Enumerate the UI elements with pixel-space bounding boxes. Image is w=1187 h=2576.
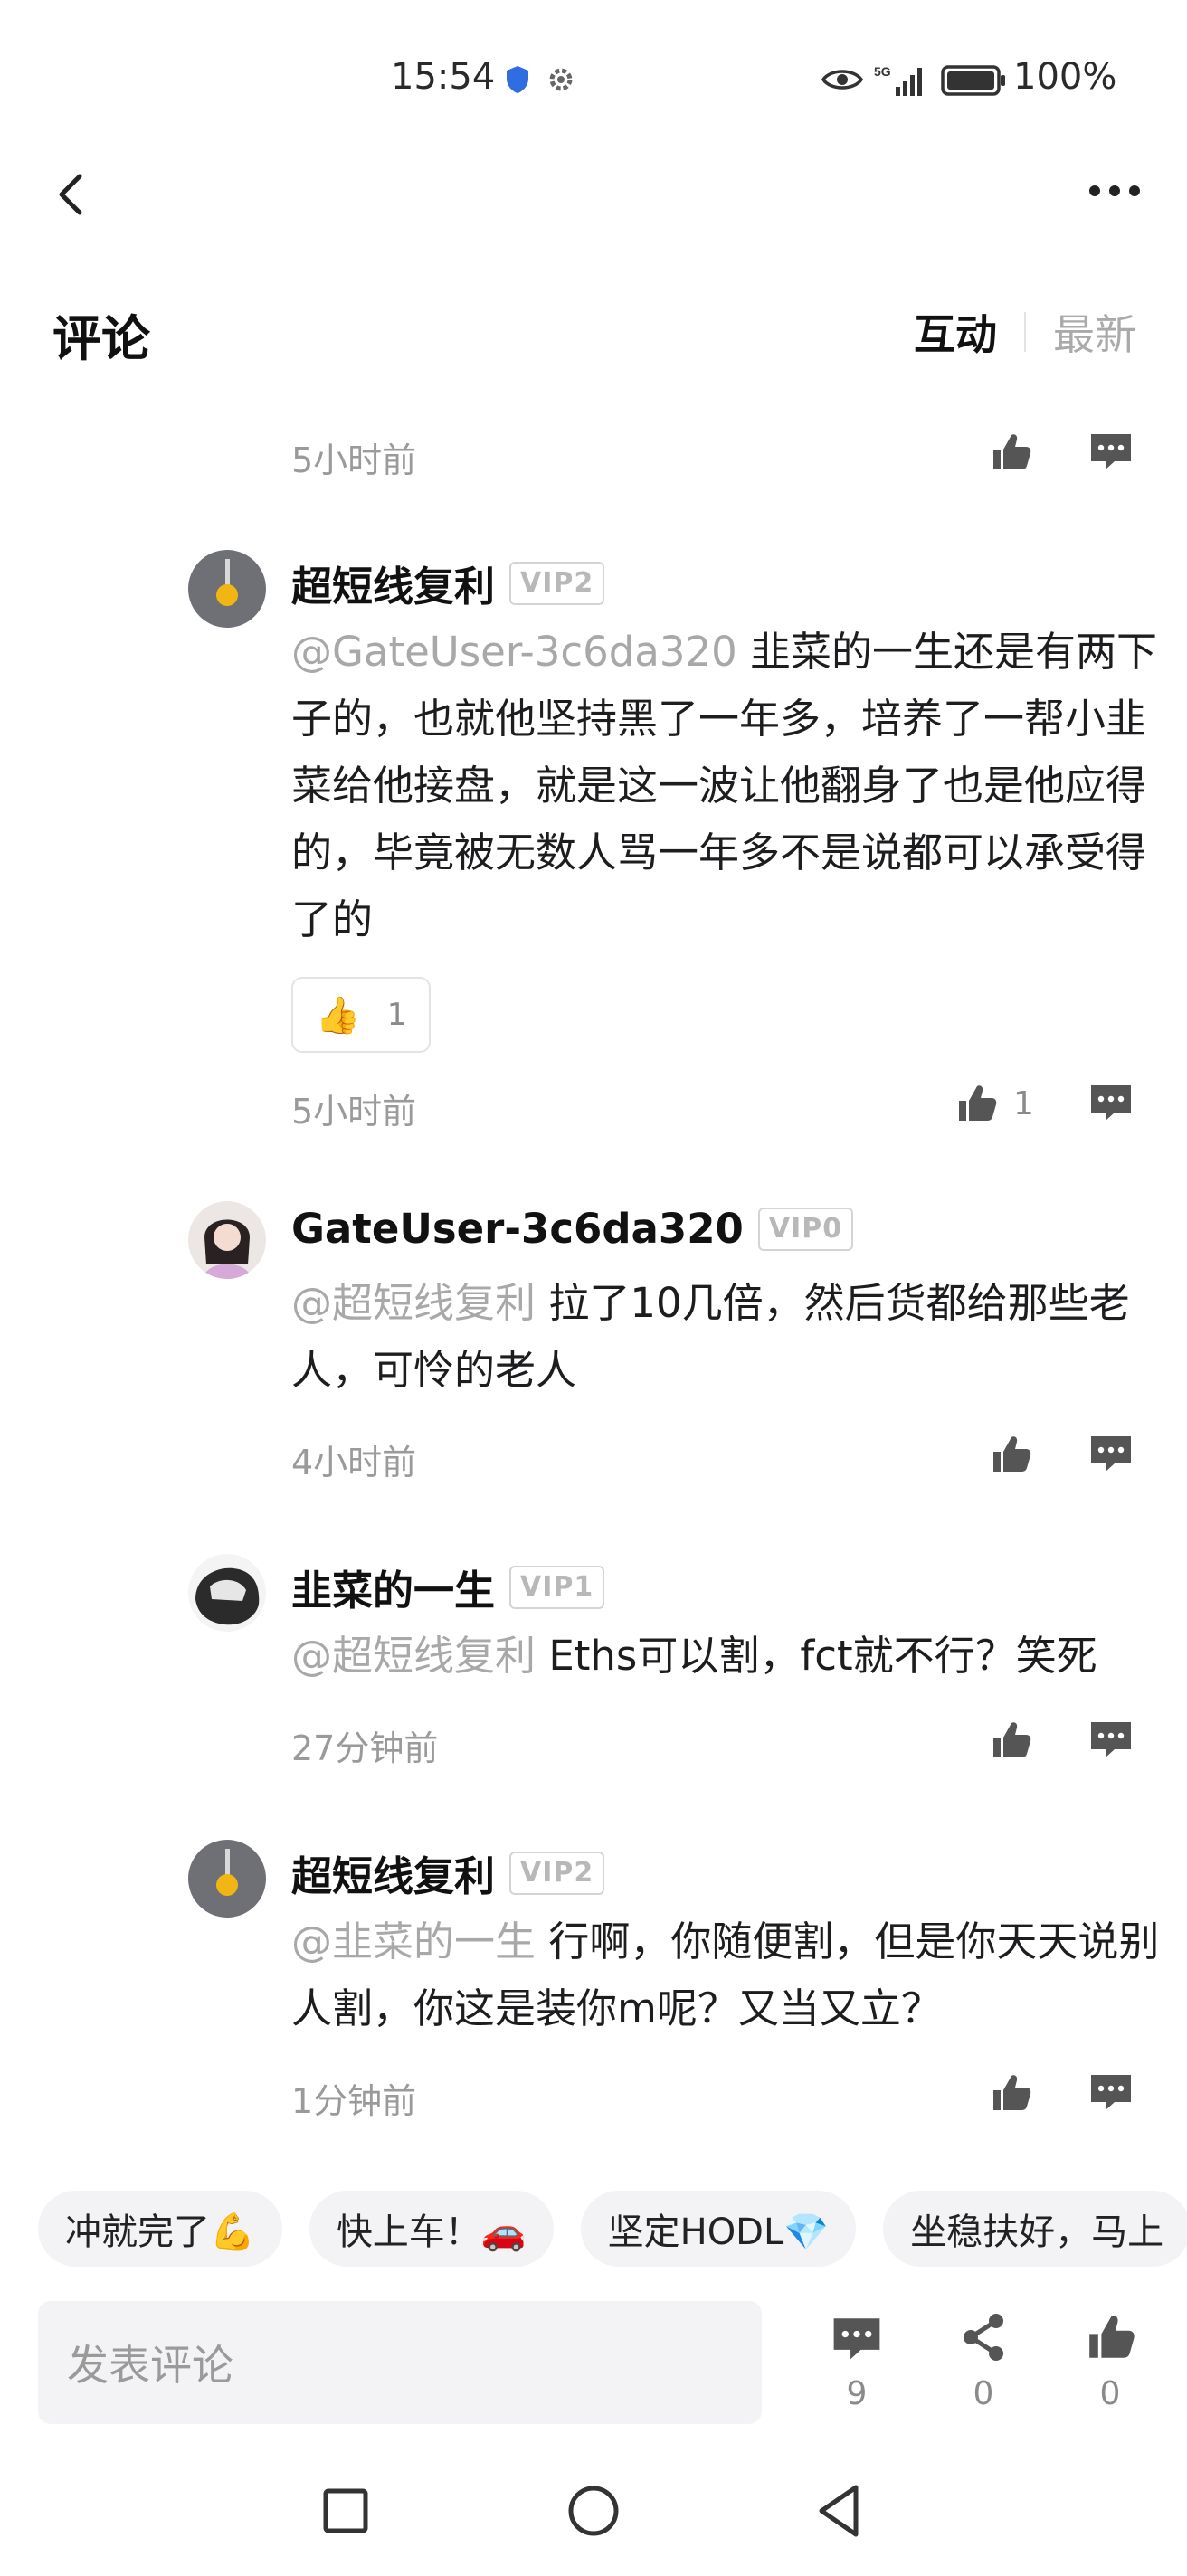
thumbs-up-icon	[1083, 2310, 1137, 2364]
home-icon[interactable]	[557, 2475, 630, 2547]
mention[interactable]: @GateUser-3c6da320	[291, 628, 737, 676]
comment-time: 27分钟前	[291, 1728, 439, 1768]
like-button[interactable]	[988, 425, 1033, 479]
username-row: GateUser-3c6da320 VIP0	[291, 1205, 854, 1253]
avatar[interactable]	[188, 1840, 266, 1918]
comment-input[interactable]: 发表评论	[38, 2301, 762, 2424]
share-button[interactable]: 0	[943, 2310, 1024, 2412]
comments-button[interactable]: 9	[816, 2310, 897, 2412]
like-button[interactable]: 1	[954, 1076, 1034, 1131]
mention[interactable]: @韭菜的一生	[291, 1918, 536, 1965]
avatar-image	[188, 1840, 266, 1918]
back-nav-icon[interactable]	[803, 2475, 876, 2547]
quick-reply-chip[interactable]: 坐稳扶好，马上	[883, 2191, 1187, 2267]
recent-apps-icon[interactable]	[309, 2475, 382, 2547]
thumbs-up-icon	[954, 1081, 999, 1126]
comment-text[interactable]: @韭菜的一生 行啊，你随便割，但是你天天说别人割，你这是装你m呢？又当又立？	[291, 1908, 1178, 2042]
comment-list[interactable]: 5小时前 超短线复利 VIP2 @GateUser-3c6da320 韭菜的一生…	[0, 0, 1187, 2153]
comment-meta-row: 5小时前	[291, 425, 1169, 480]
likes-count: 0	[1099, 2375, 1121, 2412]
username-row: 超短线复利 VIP2	[291, 1843, 605, 1902]
system-nav-bar	[0, 2475, 1187, 2556]
avatar-image	[188, 1201, 266, 1279]
reply-icon[interactable]	[1087, 427, 1135, 474]
shares-count: 0	[973, 2375, 994, 2412]
username[interactable]: GateUser-3c6da320	[291, 1205, 744, 1253]
comment-meta-row: 1分钟前	[291, 2066, 1169, 2121]
chat-bubble-icon	[830, 2310, 884, 2364]
mention[interactable]: @超短线复利	[291, 1279, 536, 1327]
quick-reply-chip[interactable]: 快上车！🚗	[309, 2191, 554, 2267]
comment-time: 5小时前	[291, 1092, 417, 1132]
avatar-image	[188, 1554, 266, 1632]
comment-text[interactable]: @超短线复利 拉了10几倍，然后货都给那些老人，可怜的老人	[291, 1270, 1178, 1404]
comments-count: 9	[846, 2375, 868, 2412]
mention[interactable]: @超短线复利	[291, 1632, 536, 1680]
reaction-emoji: 👍	[315, 994, 361, 1037]
like-button[interactable]	[988, 1427, 1033, 1482]
comment-text[interactable]: @GateUser-3c6da320 韭菜的一生还是有两下子的，也就他坚持黑了一…	[291, 619, 1178, 953]
thumbs-up-icon	[988, 1718, 1033, 1763]
vip-badge: VIP1	[509, 1565, 605, 1609]
username[interactable]: 超短线复利	[291, 1843, 495, 1902]
username-row: 韭菜的一生 VIP1	[291, 1558, 605, 1616]
username[interactable]: 韭菜的一生	[291, 1558, 495, 1616]
thumbs-up-icon	[988, 2070, 1033, 2116]
comment-text[interactable]: @超短线复利 Eths可以割，fct就不行？笑死	[291, 1623, 1178, 1690]
comment-meta-row: 4小时前	[291, 1427, 1169, 1482]
reply-icon[interactable]	[1087, 1078, 1135, 1125]
quick-reply-chip[interactable]: 冲就完了💪	[38, 2191, 282, 2267]
username[interactable]: 超短线复利	[291, 554, 495, 612]
avatar[interactable]	[188, 1554, 266, 1632]
quick-reply-chip[interactable]: 坚定HODL💎	[580, 2191, 857, 2267]
comment-time: 4小时前	[291, 1443, 417, 1482]
vip-badge: VIP2	[509, 561, 605, 605]
reaction-count: 1	[386, 997, 407, 1033]
avatar[interactable]	[188, 550, 266, 628]
vip-badge: VIP0	[757, 1207, 854, 1251]
avatar[interactable]	[188, 1201, 266, 1279]
like-count: 1	[1013, 1084, 1034, 1122]
comment-meta-row: 27分钟前	[291, 1713, 1169, 1768]
reply-icon[interactable]	[1087, 1715, 1135, 1762]
vip-badge: VIP2	[509, 1851, 605, 1895]
thumbs-up-icon	[988, 1432, 1033, 1477]
reply-icon[interactable]	[1087, 1429, 1135, 1476]
comment-time: 5小时前	[291, 440, 417, 480]
quick-reply-bar: 冲就完了💪 快上车！🚗 坚定HODL💎 坐稳扶好，马上	[38, 2191, 1187, 2267]
like-button[interactable]	[988, 2066, 1033, 2120]
reply-icon[interactable]	[1087, 2068, 1135, 2115]
thumbs-up-icon	[988, 430, 1033, 475]
like-button[interactable]	[988, 1713, 1033, 1767]
comment-time: 1分钟前	[291, 2081, 417, 2121]
username-row: 超短线复利 VIP2	[291, 554, 605, 612]
avatar-image	[188, 550, 266, 628]
comment-content: Eths可以割，fct就不行？笑死	[536, 1632, 1097, 1680]
comment-meta-row: 5小时前 1	[291, 1076, 1169, 1132]
like-post-button[interactable]: 0	[1069, 2310, 1151, 2412]
share-icon	[964, 2314, 1003, 2361]
reaction-chip[interactable]: 👍 1	[291, 977, 431, 1053]
